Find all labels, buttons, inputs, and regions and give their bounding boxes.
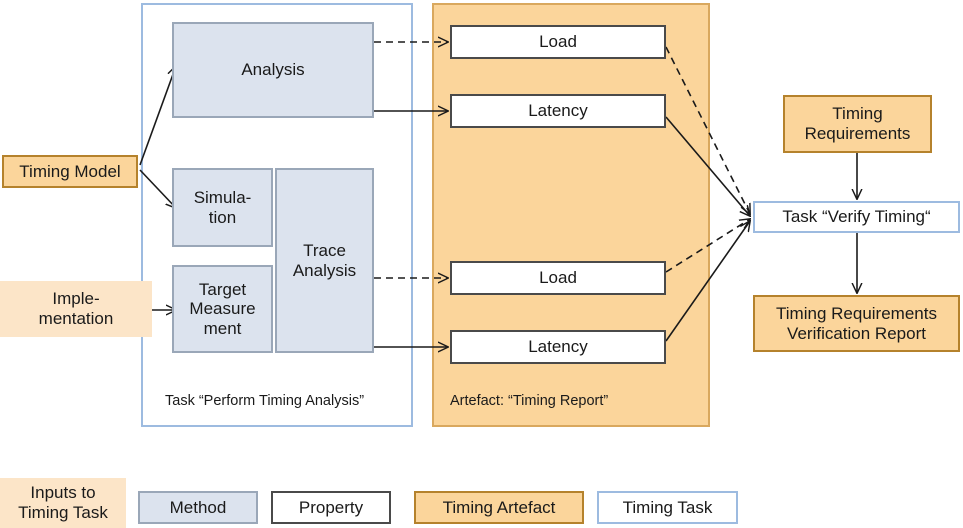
legend-method-label: Method bbox=[169, 497, 227, 517]
legend-task-label: Timing Task bbox=[622, 497, 713, 517]
node-target-measurement[interactable]: Target Measure ment bbox=[172, 265, 273, 353]
node-trace-analysis[interactable]: Trace Analysis bbox=[275, 168, 374, 353]
legend-item-property: Property bbox=[271, 491, 391, 524]
node-timing-model[interactable]: Timing Model bbox=[2, 155, 138, 188]
node-trace-analysis-label-line1: Trace bbox=[303, 240, 346, 260]
legend-item-inputs-to-timing-task: Inputs to Timing Task bbox=[0, 478, 126, 528]
node-implementation-label-line1: Imple- bbox=[52, 289, 100, 309]
node-timing-requirements-label-line2: Requirements bbox=[804, 124, 911, 143]
node-timing-model-label: Timing Model bbox=[19, 161, 121, 181]
node-load-bottom[interactable]: Load bbox=[450, 261, 666, 295]
node-latency-bottom-label: Latency bbox=[528, 337, 588, 357]
node-load-top-label: Load bbox=[539, 32, 577, 52]
legend-item-timing-task: Timing Task bbox=[597, 491, 738, 524]
node-analysis-label: Analysis bbox=[241, 60, 305, 80]
node-timing-requirements-label-line1: Timing bbox=[832, 104, 883, 124]
legend-property-label: Property bbox=[298, 497, 364, 517]
node-implementation[interactable]: Imple- mentation bbox=[0, 281, 152, 337]
node-simulation-label-line2: tion bbox=[208, 207, 237, 227]
container-timing-report-label: Artefact: “Timing Report” bbox=[450, 393, 609, 409]
legend-item-method: Method bbox=[138, 491, 258, 524]
node-latency-top[interactable]: Latency bbox=[450, 94, 666, 128]
legend-artefact-label: Timing Artefact bbox=[442, 497, 556, 517]
node-load-bottom-label: Load bbox=[539, 268, 577, 288]
node-latency-top-label: Latency bbox=[528, 101, 588, 121]
node-verify-timing[interactable]: Task “Verify Timing“ bbox=[753, 201, 960, 233]
node-verification-report[interactable]: Timing Requirements Verification Report bbox=[753, 295, 960, 352]
container-perform-timing-analysis-label: Task “Perform Timing Analysis” bbox=[165, 393, 365, 409]
node-implementation-label-line2: mentation bbox=[38, 309, 114, 328]
diagram-canvas: Task “Perform Timing Analysis” Artefact:… bbox=[0, 0, 963, 528]
node-target-measurement-label-line2: Measure bbox=[189, 299, 256, 319]
node-simulation-label-line1: Simula- bbox=[193, 187, 252, 207]
legend-inputs-label-line2: Timing Task bbox=[18, 503, 108, 522]
node-target-measurement-label-line1: Target bbox=[198, 279, 247, 299]
node-verify-timing-label: Task “Verify Timing“ bbox=[782, 207, 931, 227]
node-load-top[interactable]: Load bbox=[450, 25, 666, 59]
node-timing-requirements[interactable]: Timing Requirements bbox=[783, 95, 932, 153]
node-analysis[interactable]: Analysis bbox=[172, 22, 374, 118]
node-verification-report-label-line1: Timing Requirements bbox=[776, 303, 937, 323]
legend-item-timing-artefact: Timing Artefact bbox=[414, 491, 584, 524]
legend-inputs-label-line1: Inputs to bbox=[30, 483, 96, 503]
node-simulation[interactable]: Simula- tion bbox=[172, 168, 273, 247]
node-latency-bottom[interactable]: Latency bbox=[450, 330, 666, 364]
node-target-measurement-label-line3: ment bbox=[203, 318, 242, 338]
node-trace-analysis-label-line2: Analysis bbox=[292, 260, 357, 280]
node-verification-report-label-line2: Verification Report bbox=[787, 323, 926, 343]
